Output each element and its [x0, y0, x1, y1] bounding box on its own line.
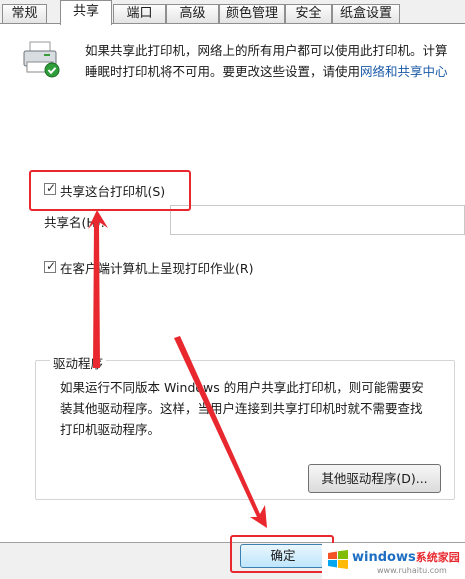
- tab-sharing[interactable]: 共享: [60, 0, 112, 25]
- windows-logo-icon: [328, 550, 348, 569]
- watermark-url: www.ruhaitu.com: [377, 566, 447, 575]
- watermark-brand-cn: 系统家园: [415, 551, 460, 564]
- annotation-arrows: [88, 210, 267, 528]
- watermark-brand-en: windows: [352, 550, 416, 565]
- watermark: windows系统家园 www.ruhaitu.com: [322, 543, 465, 579]
- arrow-up-to-checkbox: [88, 210, 108, 368]
- watermark-brand: windows系统家园: [352, 549, 460, 565]
- arrow-down-to-ok: [174, 336, 267, 528]
